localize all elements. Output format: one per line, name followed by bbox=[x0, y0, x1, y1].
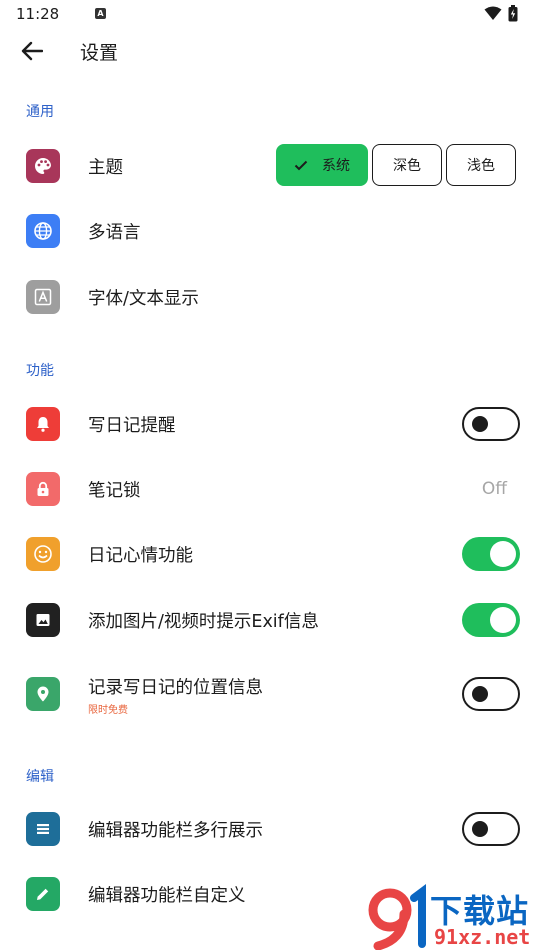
smile-icon bbox=[34, 545, 52, 563]
toggle-knob bbox=[472, 686, 488, 702]
wifi-icon bbox=[484, 6, 502, 20]
theme-selector: 系统 深色 浅色 bbox=[276, 144, 516, 186]
theme-option-label: 深色 bbox=[393, 158, 421, 174]
settings-row-theme: 主题 系统 深色 浅色 bbox=[0, 134, 534, 198]
arrow-left-icon bbox=[21, 41, 43, 61]
section-header-general: 通用 bbox=[26, 104, 54, 120]
settings-row-diary-reminder: 写日记提醒 bbox=[0, 392, 534, 456]
toggle-knob bbox=[490, 607, 516, 633]
bell-icon bbox=[37, 417, 49, 432]
exif-icon-tile bbox=[26, 603, 60, 637]
diary-reminder-toggle[interactable] bbox=[462, 407, 520, 441]
lock-icon-tile bbox=[26, 472, 60, 506]
watermark-logo: 下载站 91xz.net bbox=[360, 884, 534, 950]
theme-option-dark[interactable]: 深色 bbox=[372, 144, 442, 186]
language-icon-tile bbox=[26, 214, 60, 248]
reminder-icon-tile bbox=[26, 407, 60, 441]
row-label: 日记心情功能 bbox=[88, 546, 193, 566]
section-header-editor: 编辑 bbox=[26, 769, 54, 785]
theme-option-label: 系统 bbox=[322, 158, 350, 174]
font-icon-tile bbox=[26, 280, 60, 314]
toggle-knob bbox=[472, 416, 488, 432]
palette-icon bbox=[35, 158, 51, 174]
toolbar-multiline-toggle[interactable] bbox=[462, 812, 520, 846]
status-time: 11:28 bbox=[16, 5, 60, 23]
location-pin-icon bbox=[37, 686, 49, 702]
location-icon-tile bbox=[26, 677, 60, 711]
toolbar-multiline-icon-tile bbox=[26, 812, 60, 846]
theme-option-label: 浅色 bbox=[467, 158, 495, 174]
settings-row-language[interactable]: 多语言 bbox=[0, 199, 534, 263]
check-icon bbox=[294, 160, 308, 170]
row-label: 主题 bbox=[88, 158, 123, 178]
mood-toggle[interactable] bbox=[462, 537, 520, 571]
row-label: 笔记锁 bbox=[88, 481, 141, 501]
free-badge: 限时免费 bbox=[88, 705, 128, 716]
settings-row-font[interactable]: 字体/文本显示 bbox=[0, 265, 534, 329]
settings-row-note-lock[interactable]: 笔记锁 Off bbox=[0, 457, 534, 521]
theme-option-system[interactable]: 系统 bbox=[276, 144, 368, 186]
settings-row-exif: 添加图片/视频时提示Exif信息 bbox=[0, 588, 534, 652]
exif-toggle[interactable] bbox=[462, 603, 520, 637]
mood-icon-tile bbox=[26, 537, 60, 571]
row-label: 编辑器功能栏多行展示 bbox=[88, 821, 263, 841]
app-bar: 设置 bbox=[0, 28, 534, 74]
list-icon bbox=[37, 824, 49, 834]
settings-row-mood: 日记心情功能 bbox=[0, 522, 534, 586]
page-title: 设置 bbox=[80, 42, 119, 64]
watermark-domain: 91xz.net bbox=[434, 925, 531, 949]
section-header-features: 功能 bbox=[26, 363, 54, 379]
theme-icon-tile bbox=[26, 149, 60, 183]
lock-icon bbox=[37, 481, 49, 496]
toggle-knob bbox=[472, 821, 488, 837]
image-icon bbox=[36, 614, 50, 626]
battery-charging-icon bbox=[508, 5, 518, 22]
settings-row-location: 记录写日记的位置信息 限时免费 bbox=[0, 661, 534, 731]
settings-row-toolbar-multiline: 编辑器功能栏多行展示 bbox=[0, 797, 534, 861]
notification-icon: A bbox=[95, 8, 106, 19]
row-label: 添加图片/视频时提示Exif信息 bbox=[88, 612, 319, 632]
globe-icon bbox=[34, 222, 52, 240]
location-toggle[interactable] bbox=[462, 677, 520, 711]
row-label: 多语言 bbox=[88, 223, 141, 243]
toolbar-custom-icon-tile bbox=[26, 877, 60, 911]
toggle-knob bbox=[490, 541, 516, 567]
theme-option-light[interactable]: 浅色 bbox=[446, 144, 516, 186]
row-label: 字体/文本显示 bbox=[88, 289, 199, 309]
pencil-icon bbox=[37, 888, 49, 900]
row-label: 编辑器功能栏自定义 bbox=[88, 886, 246, 906]
status-bar: 11:28 A bbox=[0, 0, 534, 28]
note-lock-value: Off bbox=[481, 479, 507, 499]
status-icons bbox=[484, 5, 518, 22]
row-label: 记录写日记的位置信息 bbox=[88, 678, 263, 698]
font-icon bbox=[34, 288, 52, 306]
row-label: 写日记提醒 bbox=[88, 416, 176, 436]
back-button[interactable] bbox=[16, 36, 48, 66]
